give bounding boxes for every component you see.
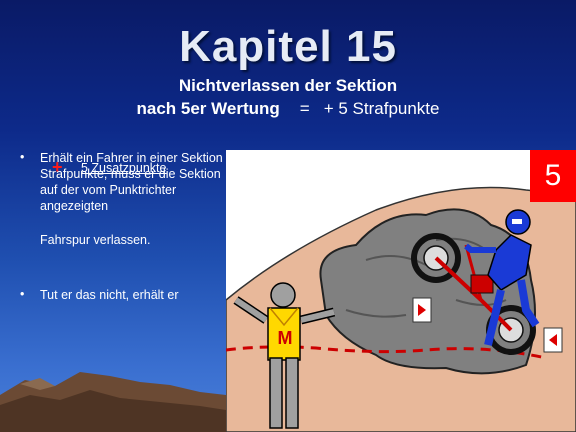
slide-subtitle: Nichtverlassen der Sektion	[178, 76, 398, 95]
rule-condition: nach 5er Wertung	[136, 99, 280, 118]
bullet-text-1-continued: Fahrspur verlassen.	[40, 233, 151, 247]
boundary-marker-right	[543, 327, 563, 353]
rule-penalty: + 5 Strafpunkte	[323, 99, 440, 118]
bullet-marker: •	[20, 150, 25, 164]
bullet-text-1: Erhält ein Fahrer in einer Sektion 5 Str…	[40, 151, 234, 213]
marshal-vest-letter: M	[277, 328, 293, 348]
bullet-marker: •	[20, 287, 25, 301]
slide-title: Kapitel 15	[179, 22, 397, 71]
slide: Kapitel 15 Nichtverlassen der Sektion na…	[0, 0, 576, 432]
boundary-marker-left	[412, 297, 432, 323]
plus-icon: +	[52, 157, 63, 177]
score-badge: 5	[530, 150, 576, 202]
illustration-panel	[226, 150, 576, 432]
extra-points-label: 5 Zusatzpunkte	[81, 161, 167, 175]
bullet-text-2: Tut er das nicht, erhält er	[40, 288, 179, 302]
equals-sign: =	[299, 99, 310, 118]
slide-subtitle-rule: nach 5er Wertung = + 5 Strafpunkte	[0, 99, 576, 119]
